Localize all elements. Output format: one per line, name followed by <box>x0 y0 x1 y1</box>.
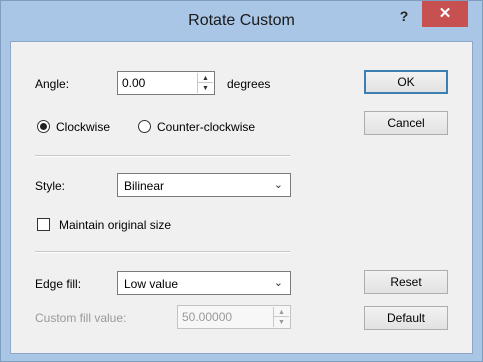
maintain-size-label[interactable]: Maintain original size <box>59 218 171 232</box>
angle-spinner-arrows: ▲ ▼ <box>197 73 213 93</box>
angle-label: Angle: <box>35 77 70 91</box>
radio-selected-dot <box>40 123 47 130</box>
spin-up-icon: ▲ <box>274 307 289 317</box>
style-value: Bilinear <box>124 179 165 193</box>
style-label: Style: <box>35 179 66 193</box>
angle-spinner[interactable]: 0.00 ▲ ▼ <box>117 71 215 95</box>
ok-button[interactable]: OK <box>364 70 448 94</box>
clockwise-label[interactable]: Clockwise <box>56 120 110 134</box>
clockwise-radio[interactable] <box>37 120 50 133</box>
style-dropdown[interactable]: Bilinear ⌄ <box>117 173 291 197</box>
counter-clockwise-label[interactable]: Counter-clockwise <box>157 120 255 134</box>
edge-fill-dropdown[interactable]: Low value ⌄ <box>117 271 291 295</box>
dialog-body: Angle: 0.00 ▲ ▼ degrees Clockwise Counte… <box>10 41 473 354</box>
chevron-down-icon: ⌄ <box>273 277 283 289</box>
spin-up-icon[interactable]: ▲ <box>198 73 213 83</box>
maintain-size-checkbox[interactable] <box>37 218 50 231</box>
separator <box>35 251 290 253</box>
edge-fill-value: Low value <box>124 277 179 291</box>
default-button[interactable]: Default <box>364 306 448 330</box>
edge-fill-label: Edge fill: <box>35 277 82 291</box>
angle-unit-label: degrees <box>227 77 271 91</box>
dialog-window: Rotate Custom ? ✕ Angle: 0.00 ▲ ▼ degree… <box>0 0 483 362</box>
spin-down-icon: ▼ <box>278 319 285 326</box>
custom-fill-spinner-arrows: ▲ ▼ <box>273 307 289 327</box>
close-icon: ✕ <box>438 5 452 22</box>
counter-clockwise-radio[interactable] <box>138 120 151 133</box>
angle-value[interactable]: 0.00 <box>122 76 145 90</box>
custom-fill-spinner: 50.00000 ▲ ▼ <box>177 305 291 329</box>
custom-fill-value: 50.00000 <box>182 310 233 324</box>
spin-down-icon[interactable]: ▼ <box>198 83 213 93</box>
custom-fill-label: Custom fill value: <box>35 311 127 325</box>
cancel-button[interactable]: Cancel <box>364 111 448 135</box>
chevron-down-icon: ⌄ <box>273 179 283 191</box>
reset-button[interactable]: Reset <box>364 270 448 294</box>
help-button[interactable]: ? <box>394 8 414 28</box>
close-button[interactable]: ✕ <box>422 1 468 27</box>
separator <box>35 155 290 157</box>
title-bar[interactable]: Rotate Custom ? ✕ <box>1 1 482 41</box>
